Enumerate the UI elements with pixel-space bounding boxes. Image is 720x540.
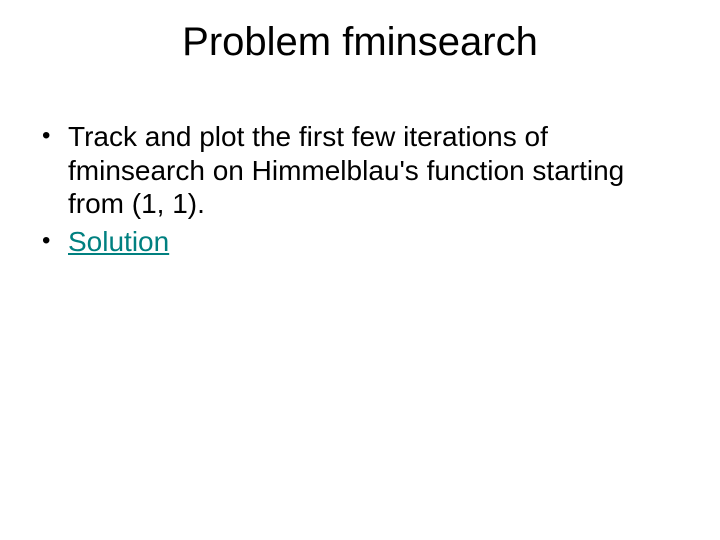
slide-body: Track and plot the first few iterations … bbox=[40, 120, 660, 262]
bullet-item: Track and plot the first few iterations … bbox=[40, 120, 660, 221]
slide-title: Problem fminsearch bbox=[0, 20, 720, 65]
solution-link[interactable]: Solution bbox=[68, 226, 169, 257]
bullet-list: Track and plot the first few iterations … bbox=[40, 120, 660, 258]
slide: Problem fminsearch Track and plot the fi… bbox=[0, 0, 720, 540]
bullet-item: Solution bbox=[40, 225, 660, 259]
bullet-text: Track and plot the first few iterations … bbox=[68, 121, 624, 219]
